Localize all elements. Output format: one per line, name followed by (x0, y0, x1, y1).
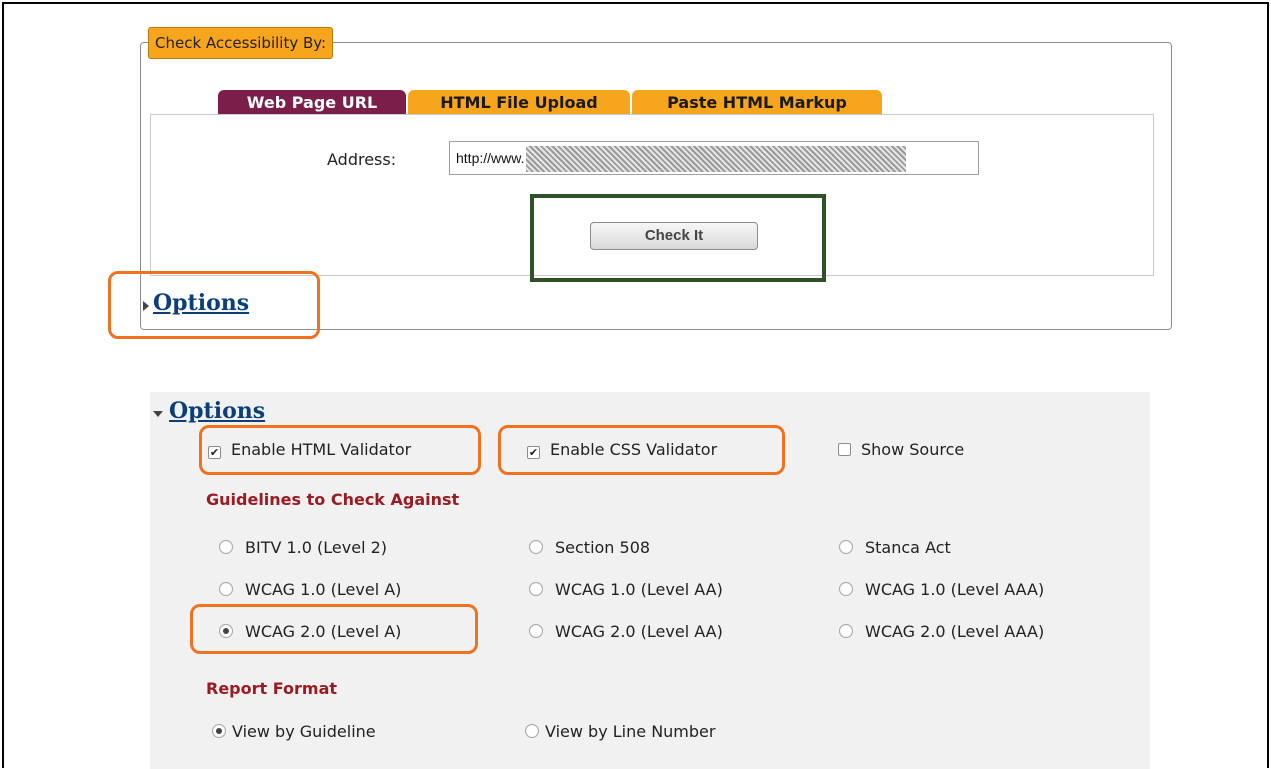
checkbox-unchecked-icon[interactable] (838, 443, 851, 456)
guideline-wcag2-a-option[interactable]: WCAG 2.0 (Level A) (219, 622, 401, 641)
tab-paste-html-markup[interactable]: Paste HTML Markup (632, 90, 882, 116)
guideline-label: WCAG 2.0 (Level AAA) (865, 622, 1045, 641)
address-value: http://www. (456, 150, 525, 166)
checkbox-checked-icon[interactable]: ✔ (527, 446, 540, 459)
guideline-wcag2-aa-option[interactable]: WCAG 2.0 (Level AA) (529, 622, 723, 641)
guideline-label: WCAG 1.0 (Level A) (245, 580, 402, 599)
redacted-url-blur (526, 146, 907, 173)
radio-icon[interactable] (219, 582, 233, 596)
guideline-label: WCAG 1.0 (Level AA) (555, 580, 723, 599)
radio-icon[interactable] (529, 540, 543, 554)
show-source-option[interactable]: Show Source (838, 440, 964, 459)
guideline-label: Stanca Act (865, 538, 951, 557)
enable-html-validator-option[interactable]: ✔ Enable HTML Validator (208, 440, 411, 459)
enable-html-validator-label: Enable HTML Validator (231, 440, 412, 459)
report-option-label: View by Guideline (232, 722, 376, 741)
report-format-heading: Report Format (206, 679, 338, 698)
guideline-section-508-option[interactable]: Section 508 (529, 538, 650, 557)
radio-icon[interactable] (839, 540, 853, 554)
guideline-wcag1-aaa-option[interactable]: WCAG 1.0 (Level AAA) (839, 580, 1044, 599)
options-link[interactable]: Options (153, 290, 249, 316)
radio-selected-icon[interactable] (219, 624, 233, 638)
triangle-down-icon (153, 410, 163, 417)
options-toggle-collapsed[interactable]: Options (143, 290, 249, 316)
radio-icon[interactable] (525, 724, 539, 738)
check-it-button[interactable]: Check It (590, 222, 758, 250)
guideline-wcag1-aa-option[interactable]: WCAG 1.0 (Level AA) (529, 580, 723, 599)
radio-icon[interactable] (529, 582, 543, 596)
radio-icon[interactable] (839, 624, 853, 638)
report-option-label: View by Line Number (545, 722, 716, 741)
triangle-right-icon (143, 300, 149, 311)
enable-css-validator-label: Enable CSS Validator (550, 440, 718, 459)
guideline-wcag1-a-option[interactable]: WCAG 1.0 (Level A) (219, 580, 401, 599)
guideline-label: WCAG 2.0 (Level A) (245, 622, 402, 641)
guidelines-heading: Guidelines to Check Against (206, 490, 460, 509)
enable-css-validator-option[interactable]: ✔ Enable CSS Validator (527, 440, 717, 459)
guideline-label: Section 508 (555, 538, 651, 557)
guideline-label: WCAG 2.0 (Level AA) (555, 622, 723, 641)
report-by-line-option[interactable]: View by Line Number (525, 722, 715, 741)
tab-html-file-upload[interactable]: HTML File Upload (408, 90, 630, 116)
tab-web-page-url[interactable]: Web Page URL (218, 90, 406, 116)
guideline-bitv-option[interactable]: BITV 1.0 (Level 2) (219, 538, 387, 557)
checkbox-checked-icon[interactable]: ✔ (208, 446, 221, 459)
report-by-guideline-option[interactable]: View by Guideline (212, 722, 376, 741)
radio-icon[interactable] (219, 540, 233, 554)
guideline-wcag2-aaa-option[interactable]: WCAG 2.0 (Level AAA) (839, 622, 1044, 641)
guideline-stanca-option[interactable]: Stanca Act (839, 538, 951, 557)
radio-icon[interactable] (529, 624, 543, 638)
radio-icon[interactable] (839, 582, 853, 596)
guideline-label: WCAG 1.0 (Level AAA) (865, 580, 1045, 599)
show-source-label: Show Source (861, 440, 965, 459)
address-input[interactable]: http://www. (449, 141, 979, 175)
options-toggle-expanded[interactable]: Options (153, 398, 265, 424)
radio-selected-icon[interactable] (212, 724, 226, 738)
guideline-label: BITV 1.0 (Level 2) (245, 538, 388, 557)
options-title[interactable]: Options (169, 398, 265, 424)
address-label: Address: (327, 150, 397, 169)
fieldset-legend: Check Accessibility By: (148, 27, 334, 59)
